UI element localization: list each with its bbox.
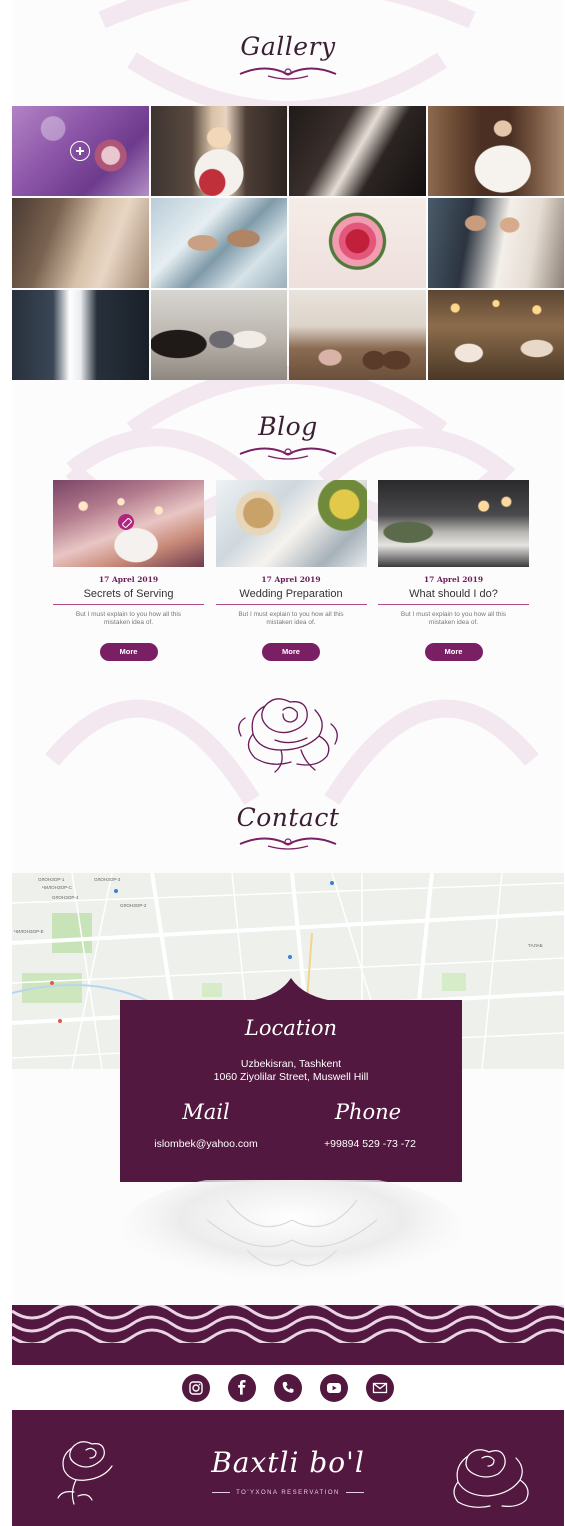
- blog-title-text[interactable]: Wedding Preparation: [215, 588, 367, 605]
- pattern-band-bottom: [12, 1343, 564, 1365]
- contact-title: Contact: [236, 803, 340, 832]
- gallery-item[interactable]: [427, 198, 564, 288]
- youtube-icon[interactable]: [320, 1373, 348, 1402]
- map-label: ОЛОНЗОР-2: [120, 903, 147, 908]
- location-heading: Location: [244, 1016, 338, 1040]
- address-line-1: Uzbekisran, Tashkent: [240, 1058, 342, 1070]
- contact-card: Location Uzbekisran, Tashkent 1060 Ziyol…: [120, 1000, 462, 1182]
- page-body: Gallery Blog 17 Aprel 2019 Secrets of Se…: [12, 0, 564, 1526]
- blog-cards: 17 Aprel 2019 Secrets of Serving But I m…: [53, 480, 529, 661]
- more-button[interactable]: More: [424, 643, 483, 661]
- page: Gallery Blog 17 Aprel 2019 Secrets of Se…: [0, 0, 565, 1526]
- title-swirl-ornament: [239, 837, 337, 850]
- blog-card: 17 Aprel 2019 Wedding Preparation But I …: [215, 480, 367, 661]
- gallery-item[interactable]: [150, 198, 287, 288]
- gallery-item[interactable]: [12, 290, 149, 380]
- gallery-item[interactable]: [289, 198, 426, 288]
- rose-right-illustration: [453, 1449, 529, 1508]
- rose-illustration: [238, 698, 338, 773]
- blog-excerpt: But I must explain to you how all this m…: [400, 611, 507, 626]
- social-links: [12, 1365, 564, 1410]
- map-label: ОЛОНЗОР-1: [38, 877, 65, 882]
- blog-card: 17 Aprel 2019 Secrets of Serving But I m…: [53, 480, 204, 661]
- blog-excerpt: But I must explain to you how all this m…: [75, 611, 182, 626]
- gallery-item[interactable]: [12, 106, 149, 196]
- mail-heading: Mail: [182, 1100, 230, 1124]
- link-icon[interactable]: [118, 514, 134, 530]
- phone-icon[interactable]: [274, 1373, 302, 1402]
- gallery-item[interactable]: [289, 290, 426, 380]
- map-label: ЧИЛОНЗОР-С: [42, 885, 72, 890]
- blog-excerpt: But I must explain to you how all this m…: [238, 611, 344, 626]
- facebook-icon[interactable]: [228, 1373, 256, 1402]
- gallery-item[interactable]: [427, 290, 564, 380]
- gallery-grid: [12, 106, 564, 380]
- gallery-item[interactable]: [150, 290, 287, 380]
- decorative-pattern-band: [12, 1305, 564, 1343]
- chrysanthemum-image: [122, 1180, 462, 1288]
- gallery-item[interactable]: [427, 106, 564, 196]
- mail-icon[interactable]: [366, 1373, 394, 1402]
- blog-title: Blog: [258, 412, 318, 441]
- footer: Baxtli bo'l TO'YXONA RESERVATION: [12, 1410, 564, 1526]
- blog-card: 17 Aprel 2019 What should I do? But I mu…: [378, 480, 529, 661]
- contact-card-notch-top: [242, 978, 340, 1002]
- gallery-item[interactable]: [12, 198, 149, 288]
- gallery-item[interactable]: [289, 106, 426, 196]
- instagram-icon[interactable]: [182, 1373, 210, 1402]
- blog-date: 17 Aprel 2019: [261, 575, 321, 584]
- gallery-item[interactable]: [150, 106, 287, 196]
- blog-card-image[interactable]: [378, 480, 529, 567]
- blog-card-image[interactable]: [53, 480, 204, 567]
- blog-title-text[interactable]: What should I do?: [378, 588, 529, 605]
- title-swirl-ornament: [239, 447, 337, 460]
- map-label: ЧИЛОНЗОР-Е: [14, 929, 44, 934]
- map-label: ОЛОНЗОР-4: [52, 895, 79, 900]
- gallery-title: Gallery: [240, 32, 336, 61]
- blog-date: 17 Aprel 2019: [423, 575, 484, 584]
- blog-date: 17 Aprel 2019: [98, 575, 159, 584]
- map-label: ОЛОНЗОР-3: [94, 877, 121, 882]
- title-swirl-ornament: [239, 67, 337, 80]
- blog-card-image[interactable]: [215, 480, 367, 567]
- address-line-2: 1060 Ziyolilar Street, Muswell Hill: [213, 1071, 369, 1083]
- more-button[interactable]: More: [99, 643, 158, 661]
- email-link[interactable]: islombek@yahoo.com: [136, 1138, 276, 1150]
- map-label: ТАЛАБ: [528, 943, 543, 948]
- phone-link[interactable]: +99894 529 -73 -72: [300, 1138, 440, 1150]
- more-button[interactable]: More: [262, 643, 320, 661]
- phone-heading: Phone: [334, 1100, 402, 1124]
- blog-title-text[interactable]: Secrets of Serving: [53, 588, 204, 605]
